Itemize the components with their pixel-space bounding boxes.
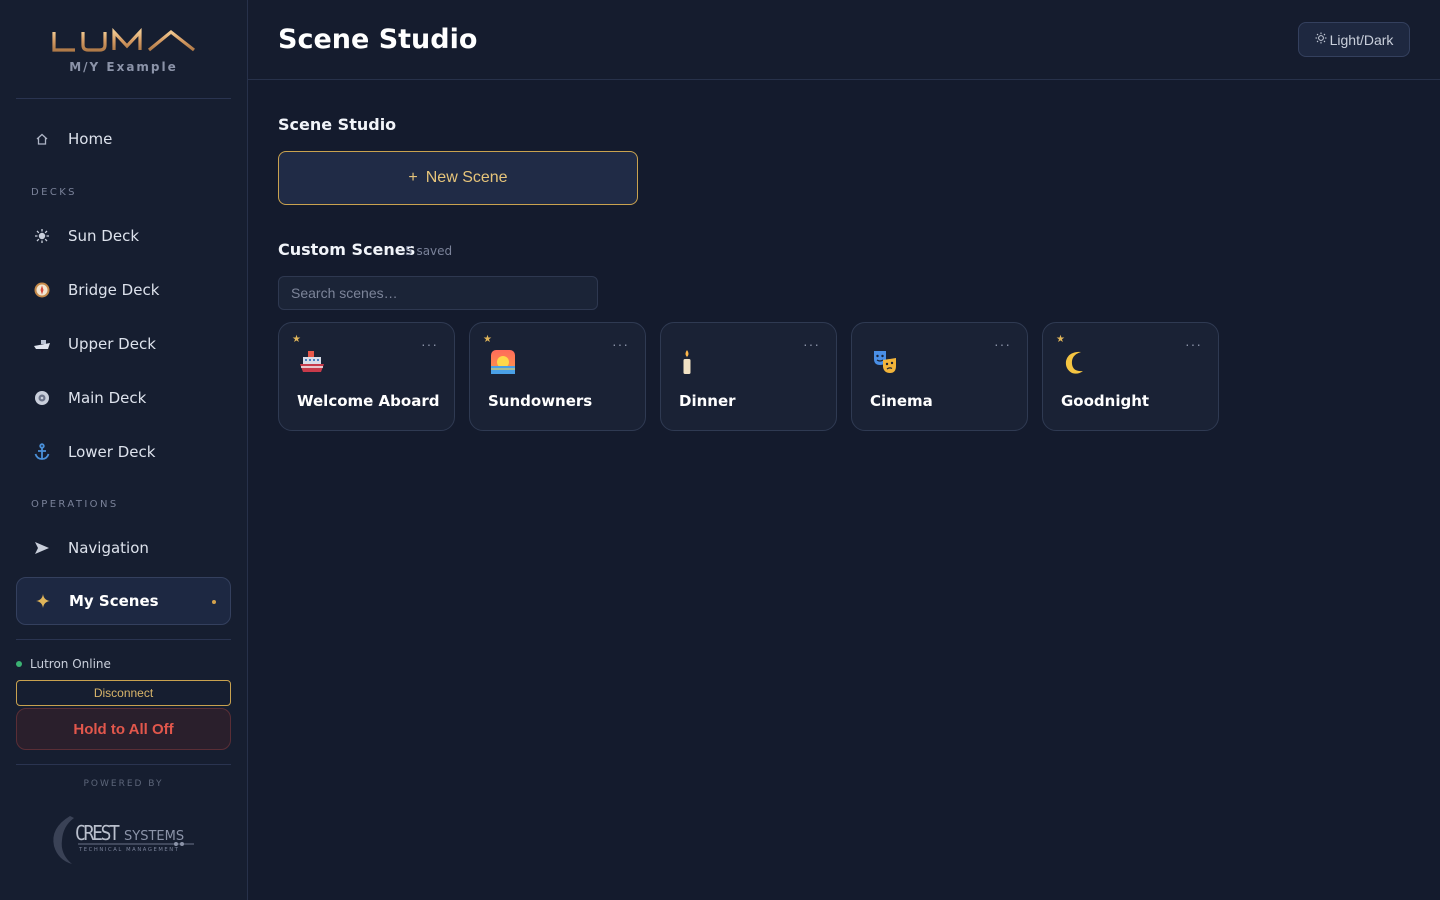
search-scenes-input[interactable] [278,276,598,310]
sun-icon [16,228,68,244]
page-header: Scene Studio Light/Dark [248,0,1440,80]
ship-icon [300,351,324,372]
sunset-icon [491,350,515,374]
scene-card-cinema[interactable]: ··· Cinema [851,322,1028,431]
scene-name: Dinner [679,392,736,410]
scene-card-dinner[interactable]: ··· Dinner [660,322,837,431]
brand: M/Y Example [16,28,231,74]
new-scene-button[interactable]: + New Scene [278,151,638,205]
favorite-star-icon: ★ [292,334,301,345]
sidebar-item-label: Main Deck [68,389,147,407]
custom-scenes-title: Custom Scenes [278,240,416,259]
sidebar-item-my-scenes[interactable]: My Scenes [16,577,231,625]
more-options-icon[interactable]: ··· [994,336,1011,352]
operations-heading: OPERATIONS [31,499,119,510]
connection-status: Lutron Online [16,657,111,671]
vessel-name: M/Y Example [69,60,178,74]
sidebar-item-label: My Scenes [69,592,159,610]
sidebar-item-home[interactable]: Home [16,115,231,163]
sidebar-item-label: Home [68,130,113,148]
powered-by-label: POWERED BY [83,779,164,789]
crest-systems-logo: CREST SYSTEMS TECHNICAL MANAGEMENT [53,816,194,864]
scene-name: Sundowners [488,392,593,410]
sidebar-item-label: Sun Deck [68,227,140,245]
saved-count: 5 saved [405,244,453,258]
page-title: Scene Studio [278,24,478,55]
sidebar-item-label: Upper Deck [68,335,156,353]
favorite-star-icon: ★ [483,334,492,345]
more-options-icon[interactable]: ··· [421,336,438,352]
candle-icon [683,350,691,374]
sidebar-divider [16,639,231,640]
scene-name: Goodnight [1061,392,1150,410]
status-text: Lutron Online [30,657,111,671]
theater-masks-icon [874,351,896,373]
scene-card-welcome-aboard[interactable]: ★ ··· Welcome Aboard [278,322,455,431]
active-indicator [212,600,216,604]
theme-toggle-label: Light/Dark [1329,31,1394,48]
sidebar-divider [16,764,231,765]
disconnect-button[interactable]: Disconnect [16,680,231,706]
decks-heading: DECKS [31,187,77,198]
boat-icon [16,337,68,351]
sidebar: M/Y Example Home DECKS Sun Deck Bridge D… [0,0,248,900]
section-title: Scene Studio [278,115,397,134]
arrow-icon [16,541,68,555]
scene-name: Cinema [870,392,933,410]
theme-toggle-button[interactable]: Light/Dark [1298,22,1410,57]
status-dot [16,661,22,667]
scene-card-goodnight[interactable]: ★ ··· Goodnight [1042,322,1219,431]
more-options-icon[interactable]: ··· [612,336,629,352]
svg-text:TECHNICAL MANAGEMENT: TECHNICAL MANAGEMENT [78,847,180,853]
sparkle-icon [17,594,69,608]
favorite-star-icon: ★ [1056,334,1065,345]
sidebar-item-label: Lower Deck [68,443,156,461]
compass-icon [16,281,68,299]
moon-icon [1065,351,1083,374]
scene-name: Welcome Aboard [297,392,440,410]
sidebar-item-navigation[interactable]: Navigation [16,524,231,572]
sidebar-item-main-deck[interactable]: Main Deck [16,374,231,422]
sidebar-item-bridge-deck[interactable]: Bridge Deck [16,266,231,314]
luma-logo [51,28,195,52]
plus-icon: + [408,169,418,186]
all-off-button[interactable]: Hold to All Off [16,708,231,750]
sidebar-item-upper-deck[interactable]: Upper Deck [16,320,231,368]
sidebar-item-label: Bridge Deck [68,281,160,299]
anchor-icon [16,443,68,461]
new-scene-label: New Scene [425,169,508,186]
svg-text:CREST: CREST [75,822,121,845]
svg-text:SYSTEMS: SYSTEMS [124,829,184,844]
more-options-icon[interactable]: ··· [803,336,820,352]
disc-icon [16,390,68,406]
scene-card-sundowners[interactable]: ★ ··· Sundowners [469,322,646,431]
sun-outline-icon [1315,32,1327,47]
sidebar-item-sun-deck[interactable]: Sun Deck [16,212,231,260]
sidebar-divider [16,98,231,99]
more-options-icon[interactable]: ··· [1185,336,1202,352]
sidebar-item-label: Navigation [68,539,149,557]
sidebar-item-lower-deck[interactable]: Lower Deck [16,428,231,476]
home-icon [16,132,68,146]
